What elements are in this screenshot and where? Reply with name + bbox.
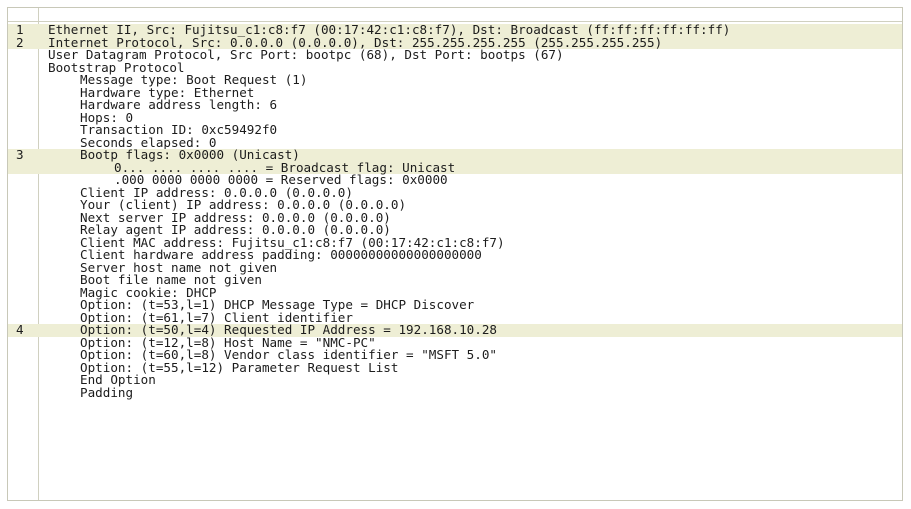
line-text: Padding	[80, 384, 134, 400]
line-number: 4	[16, 322, 24, 337]
detail-line-padding[interactable]: Padding	[8, 384, 902, 400]
line-number: 3	[16, 147, 24, 162]
line-number: 2	[16, 34, 24, 50]
detail-line-hw-addr-length[interactable]: Hardware address length: 6	[8, 98, 902, 112]
packet-detail-lines: 1 Ethernet II, Src: Fujitsu_c1:c8:f7 (00:…	[8, 23, 902, 400]
packet-detail-pane: 1 Ethernet II, Src: Fujitsu_c1:c8:f7 (00:…	[7, 7, 903, 501]
pane-header-bar	[8, 8, 902, 22]
detail-line-end-option[interactable]: End Option	[8, 373, 902, 387]
